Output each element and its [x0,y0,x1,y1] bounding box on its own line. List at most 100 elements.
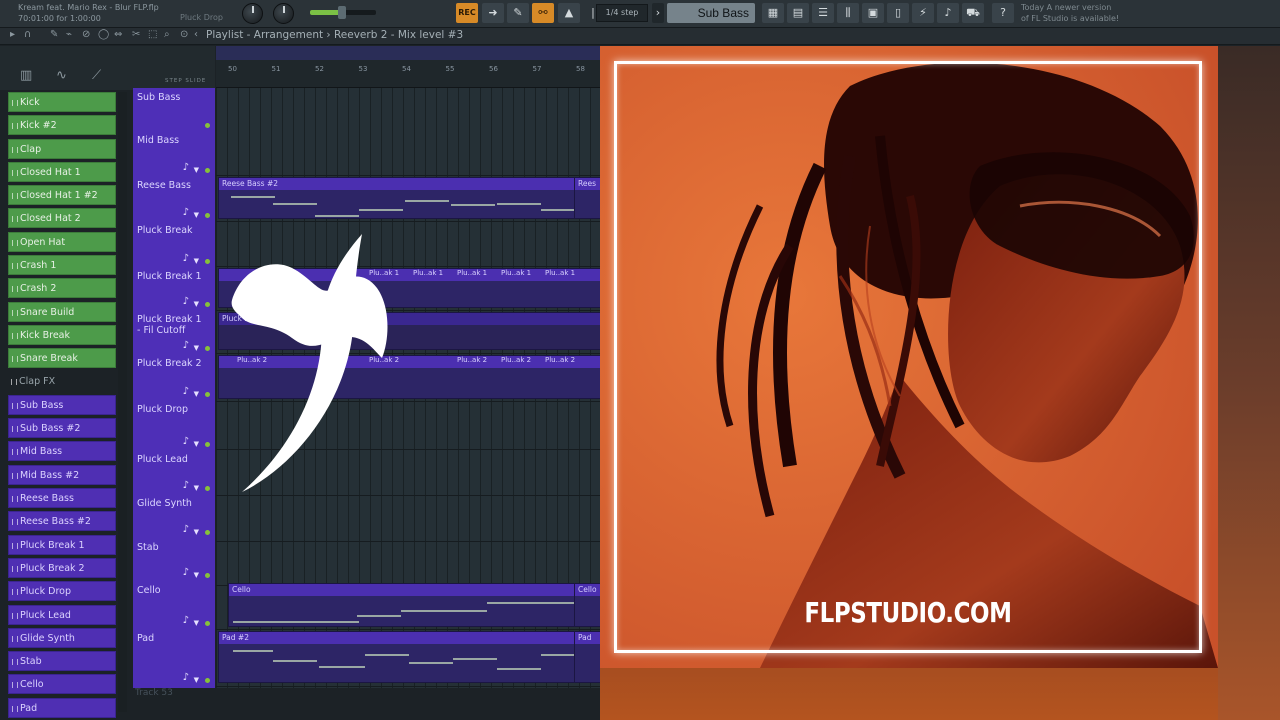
playback-icon[interactable]: ⊙ [180,29,188,40]
channel-rack-item[interactable]: Pluck Break 2 [8,557,116,578]
step-slide-toggle[interactable]: STEP SLIDE [165,78,206,84]
master-slider[interactable] [310,6,376,19]
track-enable-led[interactable] [205,392,210,397]
draw-icon[interactable]: ✎ [50,29,58,40]
channel-rack-item[interactable]: Closed Hat 2 [8,208,116,229]
track-header[interactable]: Glide Synth ♪ ▼ [133,496,215,540]
channel-rack-item[interactable]: Sub Bass [8,394,116,415]
track-header[interactable]: Pluck Break ♪ ▼ [133,223,215,269]
chevron-down-icon[interactable]: ▼ [194,570,199,581]
cart-icon[interactable]: ⛟ [962,3,984,23]
track-enable-led[interactable] [205,573,210,578]
master-pitch-knob[interactable] [273,3,294,24]
channel-rack-item[interactable]: Sub Bass #2 [8,418,116,439]
chevron-down-icon[interactable]: ▼ [194,389,199,400]
chevron-left-icon[interactable]: ‹ [194,29,198,40]
track-enable-led[interactable] [205,259,210,264]
channel-rack-item[interactable]: Kick Break [8,324,116,345]
playlist-icon[interactable]: ▦ [762,3,784,23]
channel-rack-item[interactable]: Reese Bass #2 [8,511,116,532]
automation-icon[interactable]: ⟋ [92,68,101,83]
track-header[interactable]: Pluck Break 2 ♪ ▼ [133,356,215,402]
track-enable-led[interactable] [205,621,210,626]
track-header[interactable]: Mid Bass ♪ ▼ [133,133,215,178]
track-enable-led[interactable] [205,302,210,307]
channel-rack-item[interactable]: Kick [8,92,116,112]
channel-rack-item[interactable]: Snare Break [8,348,116,369]
timeline-ruler[interactable]: 50 51 52 53 54 55 56 57 58 [216,46,606,88]
channel-rack-item[interactable]: Closed Hat 1 [8,161,116,182]
channel-rack-item[interactable]: Pluck Break 1 [8,534,116,555]
channel-rack-item[interactable]: Closed Hat 1 #2 [8,185,116,206]
pencil-icon[interactable]: ✎ [507,3,529,23]
metronome-icon[interactable]: ▲ [558,3,580,23]
arrow-right-icon[interactable]: ▸ [10,29,15,40]
channel-rack-item[interactable]: Mid Bass #2 [8,464,116,485]
chevron-down-icon[interactable]: ▼ [194,527,199,538]
slice-icon[interactable]: ✂ [132,29,140,40]
track-header[interactable]: Pluck Break 1 - Fil Cutoff ♪ ▼ [133,312,215,356]
arrow-right-icon[interactable]: ➜ [482,3,504,23]
plugin-icon[interactable]: ▣ [862,3,884,23]
track-header[interactable]: Reese Bass ♪ ▼ [133,178,215,223]
update-notice[interactable]: Today A newer version of FL Studio is av… [1021,2,1119,24]
chevron-down-icon[interactable]: ▼ [194,675,199,686]
track-header[interactable]: Sub Bass [133,90,215,133]
track-header[interactable]: Pluck Lead ♪ ▼ [133,452,215,496]
channel-rack-item[interactable]: Pad [8,697,116,718]
cello-clip[interactable]: Cello [228,583,578,627]
piano-icon[interactable]: ▥ [20,68,32,83]
track-header[interactable]: Stab ♪ ▼ [133,540,215,583]
track-enable-led[interactable] [205,346,210,351]
track-enable-led[interactable] [205,168,210,173]
track-enable-led[interactable] [205,486,210,491]
delete-icon[interactable]: ⊘ [82,29,90,40]
magnet-icon[interactable]: ∩ [24,29,31,40]
channel-rack-item[interactable]: Mid Bass [8,441,116,462]
chevron-down-icon[interactable]: ▼ [194,618,199,629]
pad-clip[interactable]: Pad #2 [218,631,578,683]
channel-rack-item[interactable]: Pluck Lead [8,604,116,625]
waveform-icon[interactable]: ∿ [56,68,67,83]
ruler-overview[interactable] [216,46,606,60]
tempo-icon[interactable]: ♪ [937,3,959,23]
chevron-right-icon[interactable]: › [652,3,664,23]
channel-rack-item[interactable]: Clap [8,138,116,159]
channel-rack-item[interactable]: Reese Bass [8,488,116,509]
channel-select[interactable]: Sub Bass [667,3,755,23]
link-icon[interactable]: ⚯ [532,3,554,23]
chevron-down-icon[interactable]: ▼ [194,343,199,354]
piano-roll-icon[interactable]: ▤ [787,3,809,23]
chevron-down-icon[interactable]: ▼ [194,483,199,494]
channel-rack-item[interactable]: Open Hat [8,231,116,252]
rack-scrollbar[interactable] [118,92,127,712]
channel-rack-item[interactable]: Stab [8,651,116,672]
track-enable-led[interactable] [205,123,210,128]
snap-step-select[interactable]: 1/4 step [596,4,648,22]
chevron-down-icon[interactable]: ▼ [194,210,199,221]
channel-rack-item[interactable]: Kick #2 [8,115,116,136]
track-header[interactable]: Pluck Break 1 ♪ ▼ [133,269,215,312]
chevron-down-icon[interactable]: ▼ [194,299,199,310]
channel-rack-item[interactable]: Pluck Drop [8,581,116,602]
mute-icon[interactable]: ◯ [98,29,109,40]
browser-icon[interactable]: ▯ [887,3,909,23]
record-button[interactable]: REC [456,3,478,23]
chevron-down-icon[interactable]: ▼ [194,165,199,176]
plug-icon[interactable]: ⚡ [912,3,934,23]
track-enable-led[interactable] [205,442,210,447]
help-icon[interactable]: ? [992,3,1014,23]
select-icon[interactable]: ⬚ [148,29,157,40]
channel-rack-item[interactable]: Crash 1 [8,255,116,276]
reese-bass-clip[interactable]: Reese Bass #2 [218,177,578,219]
track-header[interactable]: Pluck Drop ♪ ▼ [133,402,215,452]
channel-rack-item[interactable]: Clap FX [8,372,116,392]
slip-icon[interactable]: ⇔ [114,29,122,40]
mixer-icon[interactable]: ⫼ [837,3,859,23]
channel-rack-item[interactable]: Cello [8,674,116,695]
channel-rack-item[interactable]: Snare Build [8,301,116,322]
channel-rack-item[interactable]: Crash 2 [8,278,116,299]
track-header[interactable]: Pad ♪ ▼ [133,631,215,688]
track-enable-led[interactable] [205,213,210,218]
track-enable-led[interactable] [205,678,210,683]
